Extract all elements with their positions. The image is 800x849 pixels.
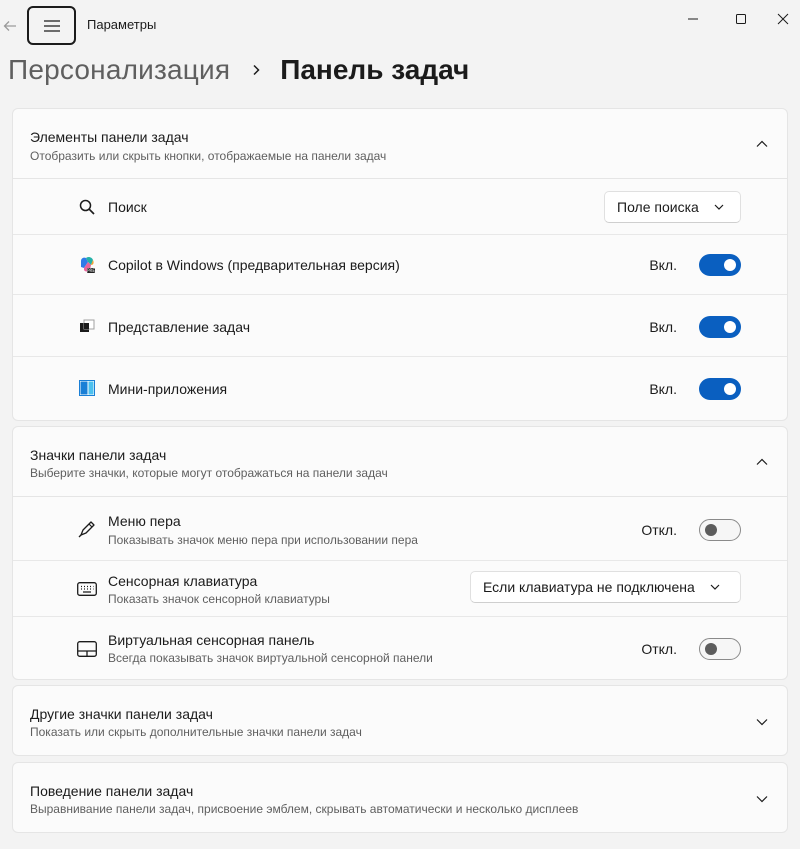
section-title: Значки панели задач [30, 447, 167, 463]
section-subtitle: Выравнивание панели задач, присвоение эм… [30, 802, 579, 816]
touch-keyboard-description: Показать значок сенсорной клавиатуры [108, 592, 330, 606]
task-view-state: Вкл. [649, 319, 677, 335]
virtual-touchpad-row: Виртуальная сенсорная панель Всегда пока… [13, 617, 787, 679]
taskbar-items-header[interactable]: Элементы панели задач Отобразить или скр… [13, 109, 787, 179]
section-subtitle: Отобразить или скрыть кнопки, отображаем… [30, 149, 387, 163]
breadcrumb: Персонализация Панель задач [8, 50, 469, 90]
taskbar-items-section: Элементы панели задач Отобразить или скр… [12, 108, 788, 421]
taskbar-icons-header[interactable]: Значки панели задач Выберите значки, кот… [13, 427, 787, 497]
virtual-touchpad-label: Виртуальная сенсорная панель [108, 632, 315, 648]
toggle-knob [705, 524, 717, 536]
virtual-touchpad-toggle[interactable] [699, 638, 741, 660]
maximize-icon [736, 14, 746, 24]
pen-menu-state: Откл. [641, 522, 677, 538]
task-view-row: Представление задач Вкл. [13, 295, 787, 357]
toggle-knob [724, 321, 736, 333]
task-view-label: Представление задач [108, 319, 250, 335]
close-button[interactable] [760, 8, 800, 30]
taskbar-behavior-section[interactable]: Поведение панели задач Выравнивание пане… [12, 762, 788, 833]
minimize-icon [688, 18, 698, 20]
copilot-label: Copilot в Windows (предварительная верси… [108, 257, 400, 273]
pen-menu-toggle[interactable] [699, 519, 741, 541]
virtual-touchpad-state: Откл. [641, 641, 677, 657]
chevron-down-icon[interactable] [755, 715, 769, 729]
breadcrumb-parent-link[interactable]: Персонализация [8, 54, 230, 86]
search-mode-value: Поле поиска [617, 199, 699, 215]
chevron-up-icon[interactable] [755, 137, 769, 151]
chevron-up-icon[interactable] [755, 455, 769, 469]
widgets-row: Мини-приложения Вкл. [13, 357, 787, 420]
copilot-state: Вкл. [649, 257, 677, 273]
section-title: Поведение панели задач [30, 783, 194, 799]
svg-text:PRE: PRE [87, 268, 95, 273]
other-icons-header[interactable]: Другие значки панели задач Показать или … [13, 686, 787, 756]
app-title: Параметры [87, 17, 157, 32]
search-label: Поиск [108, 199, 147, 215]
taskbar-icons-section: Значки панели задач Выберите значки, кот… [12, 426, 788, 680]
title-bar: Параметры [0, 0, 800, 48]
close-icon [777, 13, 789, 25]
section-subtitle: Выберите значки, которые могут отображат… [30, 466, 388, 480]
pen-menu-description: Показывать значок меню пера при использо… [108, 533, 418, 547]
toggle-knob [705, 643, 717, 655]
search-row: Поиск Поле поиска [13, 179, 787, 235]
section-title: Другие значки панели задач [30, 706, 213, 722]
chevron-right-icon [246, 60, 266, 80]
widgets-icon [77, 378, 97, 398]
chevron-down-icon[interactable] [755, 792, 769, 806]
maximize-button[interactable] [718, 8, 764, 30]
toggle-knob [724, 259, 736, 271]
pen-menu-label: Меню пера [108, 513, 181, 529]
virtual-touchpad-description: Всегда показывать значок виртуальной сен… [108, 651, 433, 665]
back-button[interactable] [0, 12, 20, 40]
keyboard-icon [77, 579, 97, 599]
search-icon [77, 197, 97, 217]
navigation-menu-button[interactable] [27, 6, 76, 45]
arrow-left-icon [3, 21, 16, 31]
task-view-icon [77, 316, 97, 336]
search-mode-dropdown[interactable]: Поле поиска [604, 191, 741, 223]
section-subtitle: Показать или скрыть дополнительные значк… [30, 725, 362, 739]
copilot-icon: PRE [77, 255, 97, 275]
page-title: Панель задач [280, 54, 470, 85]
other-taskbar-icons-section[interactable]: Другие значки панели задач Показать или … [12, 685, 788, 756]
touch-keyboard-label: Сенсорная клавиатура [108, 573, 258, 589]
widgets-state: Вкл. [649, 381, 677, 397]
touch-keyboard-value: Если клавиатура не подключена [483, 579, 695, 595]
minimize-button[interactable] [670, 8, 716, 30]
touch-keyboard-row: Сенсорная клавиатура Показать значок сен… [13, 561, 787, 617]
copilot-row: PRE Copilot в Windows (предварительная в… [13, 235, 787, 295]
hamburger-icon [43, 19, 60, 32]
behavior-header[interactable]: Поведение панели задач Выравнивание пане… [13, 763, 787, 833]
task-view-toggle[interactable] [699, 316, 741, 338]
chevron-down-icon [709, 581, 721, 593]
pen-menu-row: Меню пера Показывать значок меню пера пр… [13, 497, 787, 561]
copilot-toggle[interactable] [699, 254, 741, 276]
widgets-toggle[interactable] [699, 378, 741, 400]
touch-keyboard-dropdown[interactable]: Если клавиатура не подключена [470, 571, 741, 603]
chevron-down-icon [713, 201, 725, 213]
touchpad-icon [77, 639, 97, 659]
widgets-label: Мини-приложения [108, 381, 228, 397]
toggle-knob [724, 383, 736, 395]
section-title: Элементы панели задач [30, 129, 189, 145]
pen-icon [77, 519, 97, 539]
